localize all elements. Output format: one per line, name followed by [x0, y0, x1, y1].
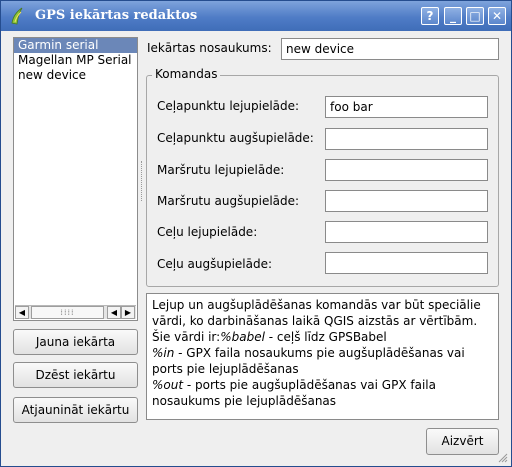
scroll-left-icon[interactable]: ◀ — [15, 306, 29, 319]
title-bar[interactable]: GPS iekārtas redaktos ? _ □ ✕ — [1, 1, 511, 31]
track-download-input[interactable] — [325, 221, 488, 243]
route-upload-label: Maršrutu augšupielāde: — [157, 194, 300, 208]
resize-grip-icon[interactable] — [498, 453, 508, 463]
close-window-button[interactable]: ✕ — [488, 7, 506, 25]
help-button[interactable]: ? — [421, 7, 439, 25]
splitter-handle[interactable] — [141, 161, 143, 201]
new-device-button[interactable]: Jauna iekārta — [13, 329, 138, 355]
help-intro: Lejup un augšuplādēšanas komandās var bū… — [152, 298, 481, 328]
scroll-left-icon[interactable]: ◀ — [107, 306, 121, 319]
close-button[interactable]: Aizvērt — [426, 428, 499, 455]
help-words-prefix: Šie vārdi ir: — [152, 330, 221, 344]
horizontal-scrollbar[interactable]: ◀ ⁞⁞⁞⁞ ◀ ▶ — [15, 305, 136, 319]
track-upload-input[interactable] — [325, 252, 488, 274]
waypoint-upload-label: Ceļapunktu augšupielāde: — [157, 131, 314, 145]
scroll-right-icon[interactable]: ▶ — [121, 306, 135, 319]
help-in-desc: - GPX faila nosaukums pie augšuplādēšana… — [152, 346, 465, 376]
help-out-token: %out — [152, 378, 184, 392]
delete-device-button[interactable]: Dzēst iekārtu — [13, 362, 138, 388]
waypoint-download-input[interactable]: foo bar — [325, 96, 488, 118]
qgis-logo-icon — [11, 7, 23, 25]
help-in-token: %in — [152, 346, 175, 360]
device-name-label: Iekārtas nosaukums: — [147, 41, 272, 55]
commands-group-title: Komandas — [152, 67, 221, 81]
help-babel-desc: - ceļš līdz GPSBabel — [264, 330, 387, 344]
help-out-desc: - ports pie augšuplādēšanas vai GPX fail… — [152, 378, 436, 408]
list-item[interactable]: new device — [14, 68, 137, 83]
device-name-input[interactable]: new device — [281, 38, 499, 60]
list-item[interactable]: Magellan MP Serial — [14, 53, 137, 68]
route-download-label: Maršrutu lejupielāde: — [157, 163, 285, 177]
help-babel-token: %babel — [220, 330, 265, 344]
device-list[interactable]: Garmin serial Magellan MP Serial new dev… — [13, 37, 138, 321]
maximize-button[interactable]: □ — [466, 7, 484, 25]
waypoint-upload-input[interactable] — [325, 128, 488, 150]
route-upload-input[interactable] — [325, 190, 488, 212]
scrollbar-thumb[interactable]: ⁞⁞⁞⁞ — [31, 306, 104, 319]
gps-device-editor-window: GPS iekārtas redaktos ? _ □ ✕ Garmin ser… — [0, 0, 512, 467]
list-item[interactable]: Garmin serial — [14, 38, 137, 53]
route-download-input[interactable] — [325, 159, 488, 181]
window-title: GPS iekārtas redaktos — [35, 8, 198, 23]
track-download-label: Ceļu lejupielāde: — [157, 225, 258, 239]
minimize-button[interactable]: _ — [444, 7, 462, 25]
waypoint-download-label: Ceļapunktu lejupielāde: — [157, 99, 300, 113]
update-device-button[interactable]: Atjaunināt iekārtu — [13, 397, 138, 423]
track-upload-label: Ceļu augšupielāde: — [157, 257, 273, 271]
help-text-box: Lejup un augšuplādēšanas komandās var bū… — [146, 293, 499, 420]
